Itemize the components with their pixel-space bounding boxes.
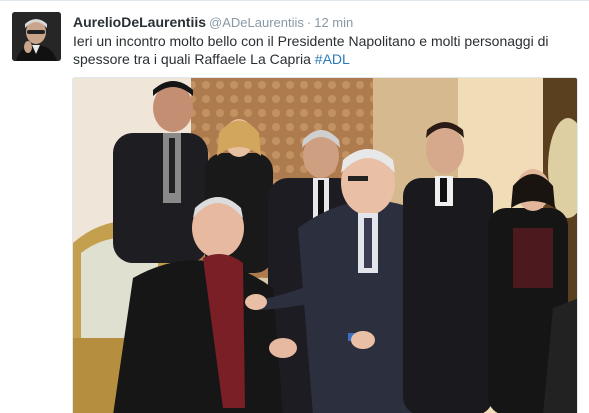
photo-image (73, 78, 577, 413)
hashtag-link[interactable]: #ADL (315, 51, 350, 67)
tweet-text: Ieri un incontro molto bello con il Pres… (73, 32, 578, 68)
author-username[interactable]: @ADeLaurentiis (209, 15, 304, 30)
header-separator: · (306, 15, 312, 30)
tweet-photo[interactable] (72, 77, 578, 413)
tweet-card[interactable]: AurelioDeLaurentiis @ADeLaurentiis · 12 min… (0, 0, 589, 413)
tweet-timestamp[interactable]: 12 min (314, 15, 353, 30)
tweet-text-body: Ieri un incontro molto bello con il Pres… (73, 33, 549, 67)
avatar[interactable] (12, 12, 61, 61)
tweet-header: AurelioDeLaurentiis @ADeLaurentiis · 12 min (73, 13, 353, 32)
author-fullname[interactable]: AurelioDeLaurentiis (73, 14, 206, 30)
avatar-image (12, 12, 61, 61)
